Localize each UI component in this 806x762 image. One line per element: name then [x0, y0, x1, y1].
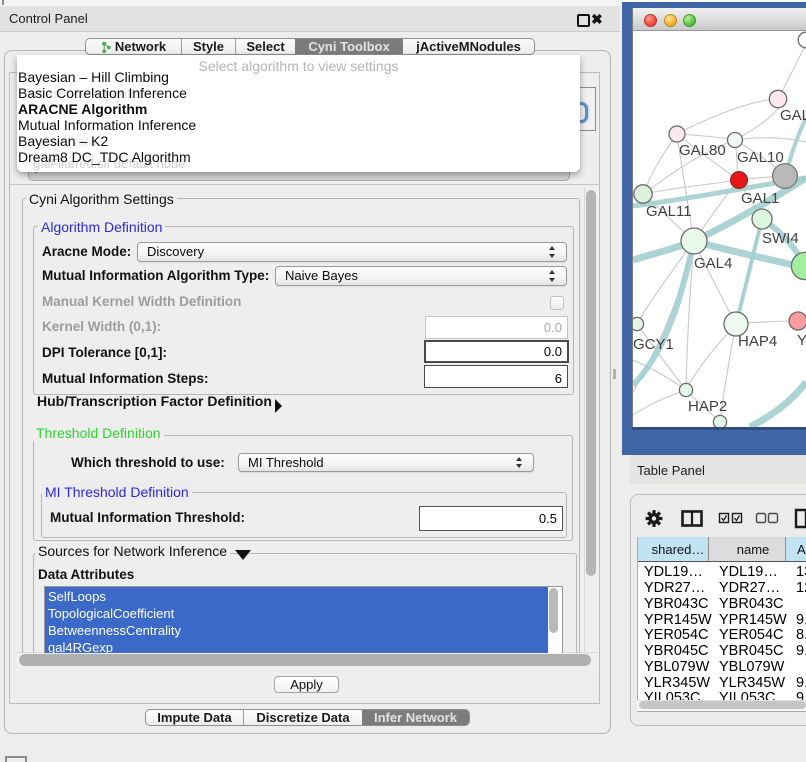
svg-text:GAL7: GAL7: [780, 107, 806, 124]
svg-text:GAL80: GAL80: [679, 142, 726, 159]
svg-text:SWI4: SWI4: [762, 230, 799, 247]
svg-text:GAL11: GAL11: [646, 203, 692, 220]
svg-text:HAP2: HAP2: [688, 398, 727, 415]
svg-text:GAL1: GAL1: [741, 190, 779, 207]
svg-text:GCY1: GCY1: [633, 336, 674, 353]
svg-text:GAL10: GAL10: [737, 149, 784, 166]
svg-text:HAP4: HAP4: [738, 333, 777, 350]
svg-text:Y: Y: [797, 332, 806, 349]
svg-text:GAL4: GAL4: [694, 255, 732, 272]
